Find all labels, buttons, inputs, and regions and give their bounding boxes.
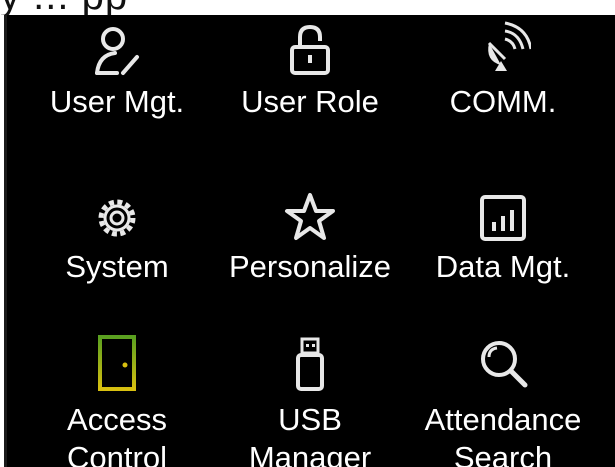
menu-item-label-line2: Search	[453, 440, 553, 467]
menu-item-label-line2: Manager	[248, 440, 372, 467]
menu-item-label: Data Mgt.	[435, 249, 571, 284]
user-edit-icon	[95, 27, 139, 75]
header-partial-text: y ... pp	[0, 0, 615, 15]
device-screen-photo: y ... pp User Mgt.	[0, 0, 615, 467]
main-menu-screen: User Mgt. User Role COMM. System Persona…	[7, 15, 615, 467]
top-cropped-header: y ... pp	[0, 0, 615, 15]
menu-item-user-mgt[interactable]: User Mgt.	[22, 15, 212, 145]
menu-item-label: COMM.	[449, 84, 557, 119]
door-icon	[98, 335, 136, 391]
lock-icon	[290, 24, 330, 75]
menu-item-user-role[interactable]: User Role	[215, 15, 405, 145]
menu-item-data-mgt[interactable]: Data Mgt.	[408, 180, 598, 310]
menu-item-label: System	[65, 249, 169, 284]
menu-item-label: Personalize	[229, 249, 391, 284]
menu-item-personalize[interactable]: Personalize	[215, 180, 405, 310]
usb-drive-icon	[296, 337, 324, 391]
star-icon	[285, 193, 335, 240]
menu-item-comm[interactable]: COMM.	[408, 15, 598, 145]
menu-item-label: USB	[278, 402, 342, 437]
magnifier-icon	[481, 341, 528, 388]
menu-item-label: User Mgt.	[49, 84, 185, 119]
menu-item-label-line2: Control	[67, 440, 167, 467]
menu-item-usb-manager[interactable]: USB Manager	[215, 333, 405, 467]
menu-item-label: User Role	[241, 84, 379, 119]
menu-item-label: Access	[67, 402, 167, 437]
menu-item-label: Attendance	[424, 402, 582, 437]
gear-icon	[98, 199, 136, 237]
screen-bezel-left	[0, 15, 7, 467]
menu-item-attendance-search[interactable]: Attendance Search	[408, 333, 598, 467]
menu-item-system[interactable]: System	[22, 180, 212, 310]
satellite-dish-icon	[487, 21, 531, 71]
bar-chart-icon	[480, 195, 526, 241]
menu-item-access-control[interactable]: Access Control	[22, 333, 212, 467]
